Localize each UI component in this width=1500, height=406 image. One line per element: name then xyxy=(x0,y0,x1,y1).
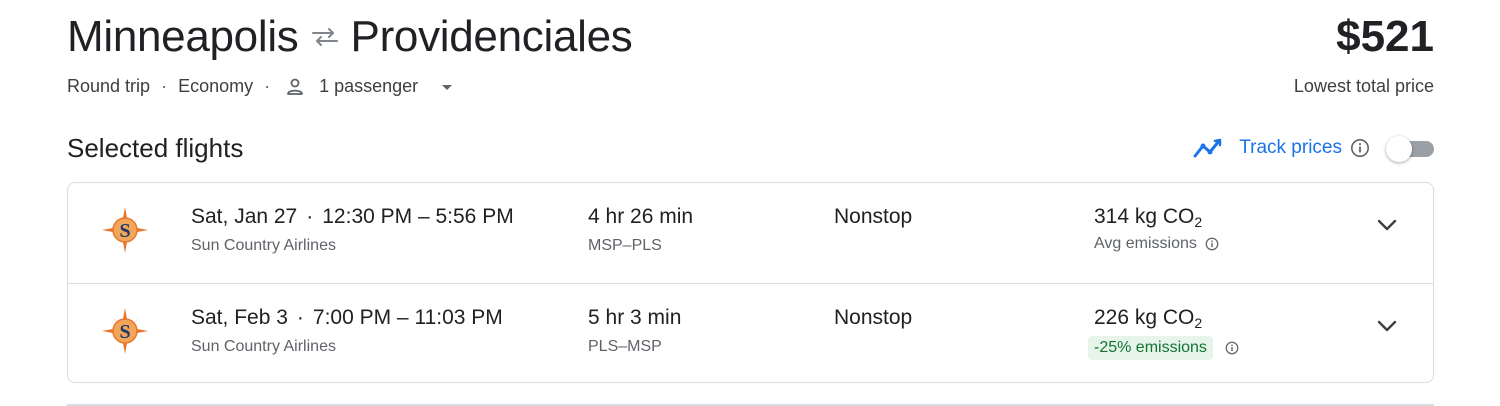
co2-value: 226 kg CO xyxy=(1094,306,1195,329)
swap-arrows-icon xyxy=(303,15,347,59)
separator-dot: · xyxy=(306,205,314,228)
co2-value: 314 kg CO xyxy=(1094,205,1195,228)
stops: Nonstop xyxy=(834,205,913,228)
emissions-label: Avg emissions xyxy=(1094,235,1197,252)
trip-type: Round trip xyxy=(67,76,151,96)
trip-options: Round trip · Economy · 1 passenger xyxy=(67,76,453,97)
separator-dot: · xyxy=(296,306,304,329)
flight-duration: 4 hr 26 min xyxy=(588,205,694,228)
passenger-count: 1 passenger xyxy=(319,76,419,96)
co2-amount: 226 kg CO2 xyxy=(1094,306,1202,331)
toggle-knob xyxy=(1386,136,1412,162)
chevron-down-icon[interactable] xyxy=(1377,320,1397,332)
trip-header: Minneapolis Providenciales $521 xyxy=(67,12,1434,72)
co2-subscript: 2 xyxy=(1194,315,1203,331)
airport-codes: MSP–PLS xyxy=(588,237,662,254)
airline-name: Sun Country Airlines xyxy=(191,237,336,254)
airport-codes: PLS–MSP xyxy=(588,338,662,355)
flight-times: Sat, Feb 3 · 7:00 PM – 11:03 PM xyxy=(191,306,503,330)
passenger-selector[interactable]: 1 passenger xyxy=(319,76,453,97)
flight-date: Sat, Jan 27 xyxy=(191,205,298,228)
selected-flights-list: S Sat, Jan 27 · 12:30 PM – 5:56 PM Sun Cou… xyxy=(67,182,1434,383)
flight-date: Sat, Feb 3 xyxy=(191,306,288,329)
stops: Nonstop xyxy=(834,306,913,329)
track-prices-toggle[interactable] xyxy=(1386,136,1434,162)
flight-duration: 5 hr 3 min xyxy=(588,306,682,329)
info-icon[interactable] xyxy=(1225,341,1239,355)
separator-dot: · xyxy=(264,76,271,96)
flight-times: Sat, Jan 27 · 12:30 PM – 5:56 PM xyxy=(191,205,514,229)
svg-text:S: S xyxy=(119,220,130,242)
svg-text:S: S xyxy=(119,321,130,343)
origin-city: Minneapolis xyxy=(67,12,299,61)
trend-line-icon xyxy=(1193,137,1225,159)
flight-row[interactable]: S Sat, Jan 27 · 12:30 PM – 5:56 PM Sun Cou… xyxy=(68,183,1433,283)
chevron-down-icon[interactable] xyxy=(1377,219,1397,231)
separator-dot: · xyxy=(161,76,168,96)
co2-subscript: 2 xyxy=(1194,214,1203,230)
selected-flights-heading: Selected flights xyxy=(67,133,244,163)
info-icon[interactable] xyxy=(1205,237,1219,251)
sun-country-logo-icon: S xyxy=(101,307,149,355)
sun-country-logo-icon: S xyxy=(101,206,149,254)
track-prices-label[interactable]: Track prices xyxy=(1239,137,1342,159)
departure-arrival-times: 12:30 PM – 5:56 PM xyxy=(322,205,514,228)
emissions-info: Avg emissions xyxy=(1094,235,1219,253)
info-icon[interactable] xyxy=(1350,138,1370,158)
departure-arrival-times: 7:00 PM – 11:03 PM xyxy=(312,306,503,329)
cabin-class: Economy xyxy=(178,76,254,96)
track-prices[interactable]: Track prices xyxy=(1193,133,1434,163)
co2-amount: 314 kg CO2 xyxy=(1094,205,1202,230)
person-icon xyxy=(285,77,305,97)
destination-city: Providenciales xyxy=(350,12,633,61)
flight-row[interactable]: S Sat, Feb 3 · 7:00 PM – 11:03 PM Sun Coun… xyxy=(68,283,1433,383)
airline-name: Sun Country Airlines xyxy=(191,338,336,355)
caret-down-icon xyxy=(441,84,453,92)
emissions-badge: -25% emissions xyxy=(1088,336,1213,360)
emissions-info: -25% emissions xyxy=(1088,336,1239,360)
lowest-price: $521 xyxy=(1336,12,1434,61)
route-title: Minneapolis Providenciales xyxy=(67,12,1434,62)
price-caption: Lowest total price xyxy=(1293,76,1434,96)
